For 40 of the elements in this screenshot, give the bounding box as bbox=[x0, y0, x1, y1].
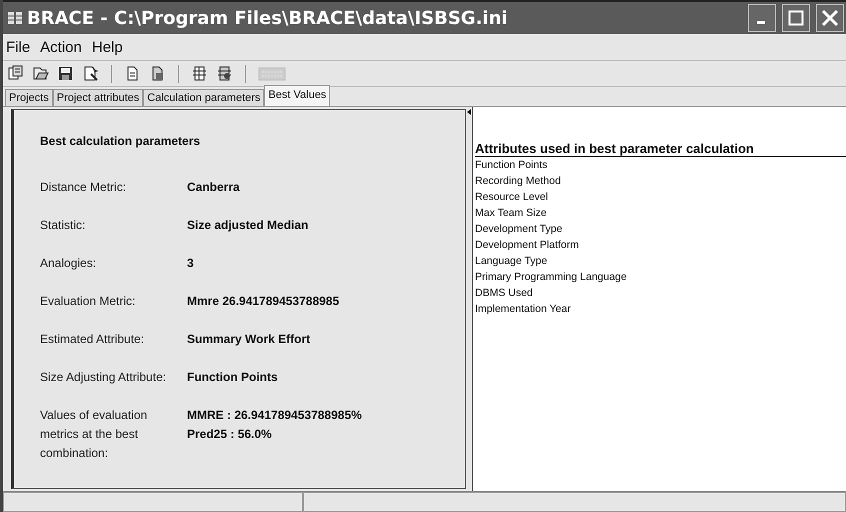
field-value: Pred25 : 56.0% bbox=[187, 426, 273, 443]
field-label: Size Adjusting Attribute: bbox=[40, 369, 168, 386]
field-label: Values of evaluation metrics at the best combination: bbox=[40, 407, 148, 462]
field-value: Size adjusted Median bbox=[187, 217, 310, 234]
tab[interactable]: Calculation parameters bbox=[143, 89, 264, 106]
field-value: Function Points bbox=[187, 369, 279, 386]
close-icon[interactable] bbox=[816, 4, 844, 32]
minimize-icon[interactable] bbox=[748, 4, 776, 32]
field-label: Evaluation Metric: bbox=[40, 293, 136, 310]
list-item[interactable]: Development Type bbox=[475, 221, 846, 237]
field-label: Estimated Attribute: bbox=[40, 331, 146, 348]
list-item[interactable]: Language Type bbox=[475, 253, 846, 269]
menu-item[interactable]: Help bbox=[90, 38, 124, 56]
window-title: BRACE - C:\Program Files\BRACE\data\ISBSG.ini bbox=[27, 8, 509, 28]
field-label: Statistic: bbox=[40, 217, 86, 234]
menu-item[interactable]: Action bbox=[39, 38, 83, 56]
maximize-icon[interactable] bbox=[782, 4, 810, 32]
tab[interactable]: Best Values bbox=[264, 85, 330, 106]
arrow-icon[interactable] bbox=[467, 109, 471, 115]
tab[interactable]: Project attributes bbox=[52, 89, 144, 106]
list-item[interactable]: Max Team Size bbox=[475, 205, 846, 221]
list-heading: Attributes used in best parameter calculation bbox=[475, 141, 846, 157]
list-item[interactable]: DBMS Used bbox=[475, 285, 846, 301]
tab[interactable]: Projects bbox=[5, 89, 53, 106]
list-item[interactable]: Primary Programming Language bbox=[475, 269, 846, 285]
field-value: 3 bbox=[187, 255, 195, 272]
list-item[interactable]: Function Points bbox=[475, 157, 846, 173]
menu-item[interactable]: File bbox=[5, 38, 32, 56]
app-icon bbox=[7, 10, 23, 26]
field-label: Analogies: bbox=[40, 255, 98, 272]
list-item[interactable]: Implementation Year bbox=[475, 301, 846, 317]
field-label: Distance Metric: bbox=[40, 179, 128, 196]
field-value: Summary Work Effort bbox=[187, 331, 312, 348]
list-item[interactable]: Development Platform bbox=[475, 237, 846, 253]
field-value: MMRE : 26.941789453788985% bbox=[187, 407, 363, 424]
list-item[interactable]: Recording Method bbox=[475, 173, 846, 189]
panel-title: Best calculation parameters bbox=[40, 134, 202, 148]
list-item[interactable]: Resource Level bbox=[475, 189, 846, 205]
field-value: Mmre 26.941789453788985 bbox=[187, 293, 340, 310]
field-value: Canberra bbox=[187, 179, 241, 196]
